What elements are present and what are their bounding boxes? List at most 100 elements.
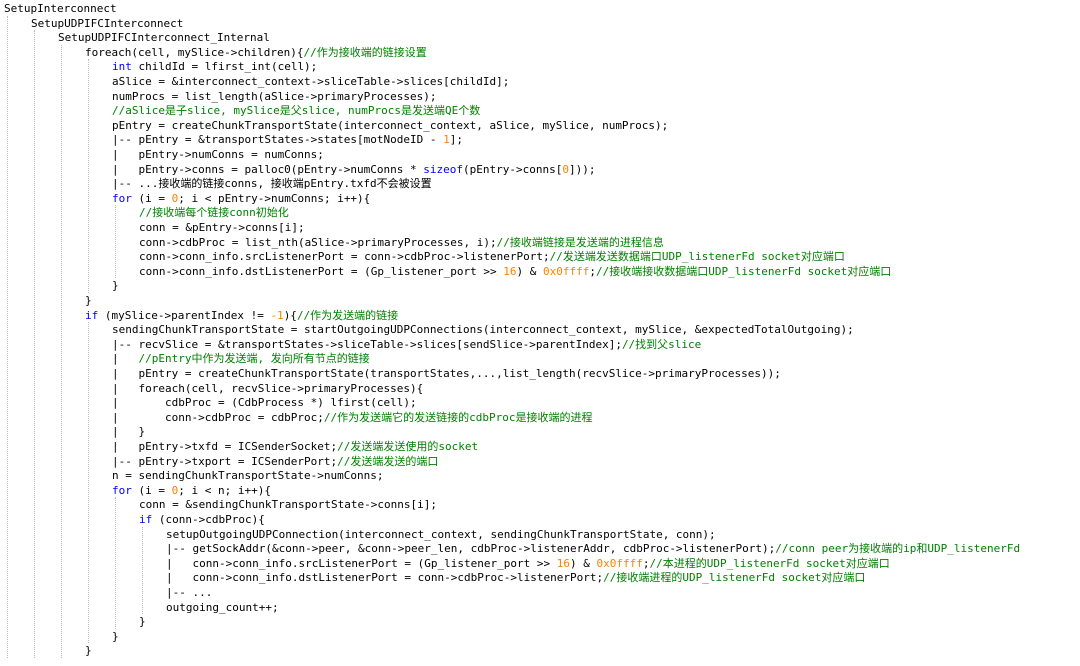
code-token: if [85,308,99,322]
code-line: |-- ... [166,585,212,600]
code-token: ; i < n; i++){ [178,483,271,497]
code-token: //接收端链接是发送端的进程信息 [496,235,664,249]
code-token: SetupInterconnect [4,2,117,15]
code-token: 1 [443,133,450,147]
code-line: | foreach(cell, recvSlice->primaryProces… [112,381,423,396]
code-line: //接收端每个链接conn初始化 [139,205,289,220]
code-token: |-- pEntry = &transportStates->states[mo… [112,133,444,147]
code-token: | pEntry->conns = palloc0(pEntry->numCon… [112,162,424,176]
code-line: outgoing_count++; [166,600,279,615]
code-token: //conn peer为接收端的ip和UDP_listenerFd [775,542,1021,556]
code-token: SetupUDPIFCInterconnect_Internal [58,31,270,45]
code-token: conn = &sendingChunkTransportState->conn… [139,498,438,512]
code-token: //作为接收端的链接设置 [303,45,427,59]
code-token: setupOutgoingUDPConnection(interconnect_… [166,527,716,541]
code-token: ; [589,264,596,278]
code-token: | } [112,425,146,439]
code-editor[interactable]: SetupInterconnect SetupUDPIFCInterconnect… [0,0,1080,666]
code-token: (i = [131,191,172,205]
indent-guide [34,30,35,658]
code-token: numProcs = list_length(aSlice->primaryPr… [112,89,437,103]
code-token: sizeof [423,162,464,176]
code-token: SetupUDPIFCInterconnect [31,16,184,30]
code-line: } [85,643,92,658]
code-token: | foreach(cell, recvSlice->primaryProces… [112,381,424,395]
code-token: //接收端每个链接conn初始化 [139,206,289,220]
code-token: foreach(cell, mySlice->children){ [85,45,304,59]
code-token: } [112,629,119,643]
code-line: for (i = 0; i < n; i++){ [112,483,271,498]
code-line: setupOutgoingUDPConnection(interconnect_… [166,527,716,542]
code-line: } [112,629,119,644]
code-line: conn->conn_info.dstListenerPort = (Gp_li… [139,264,891,279]
code-token: | pEntry = createChunkTransportState(tra… [112,367,781,380]
code-token: ; i < pEntry->numConns; i++){ [178,191,371,205]
code-line: | conn->conn_info.dstListenerPort = conn… [166,570,865,585]
code-line: n = sendingChunkTransportState->numConns… [112,468,384,483]
code-line: conn = &pEntry->conns[i]; [139,220,305,235]
code-token: 0x0ffff [543,264,590,278]
code-line: SetupUDPIFCInterconnect [31,16,183,31]
code-line: | pEntry->conns = palloc0(pEntry->numCon… [112,162,595,177]
code-token: //aSlice是子slice, mySlice是父slice, numProc… [112,104,481,118]
code-line: aSlice = &interconnect_context->sliceTab… [112,74,509,89]
code-token: //pEntry中作为发送端, 发向所有节点的链接 [138,352,370,366]
code-token: } [85,644,92,658]
code-token: | pEntry->numConns = numConns; [112,148,324,161]
code-line: |-- ...接收端的链接conns, 接收端pEntry.txfd不会被设置 [112,176,432,191]
code-token: int [112,60,132,74]
code-token: pEntry = createChunkTransportState(inter… [112,118,669,132]
code-token: //本进程的UDP_listenerFd socket对应端口 [649,556,890,570]
code-token: } [139,615,146,629]
code-line: |-- pEntry = &transportStates->states[mo… [112,132,463,147]
code-token: } [112,279,119,293]
code-token: -1 [270,308,284,322]
code-token: //发送端发送使用的socket [337,440,479,453]
code-token: if [139,513,153,526]
indent-guide [88,322,89,644]
code-token: | conn->conn_info.dstListenerPort = conn… [166,571,604,585]
code-line: | cdbProc = (CdbProcess *) lfirst(cell); [112,395,417,410]
code-token: for [112,483,132,497]
code-line: } [139,614,146,629]
code-token: | conn->cdbProc = cdbProc; [112,410,324,424]
code-token: | conn->conn_info.srcListenerPort = (Gp_… [166,556,557,570]
code-line: | pEntry->txfd = ICSenderSocket;//发送端发送使… [112,439,478,454]
code-line: | conn->cdbProc = cdbProc;//作为发送端它的发送链接的… [112,410,593,425]
code-line: numProcs = list_length(aSlice->primaryPr… [112,89,437,104]
code-token: ) & [569,556,597,570]
code-token: conn->conn_info.srcListenerPort = conn->… [139,250,550,264]
indent-guide [7,15,8,658]
code-token: |-- recvSlice = &transportStates->sliceT… [112,337,622,351]
code-token: conn = &pEntry->conns[i]; [139,221,305,234]
code-line: conn->cdbProc = list_nth(aSlice->primary… [139,235,664,250]
code-line: pEntry = createChunkTransportState(inter… [112,118,668,133]
code-line: //aSlice是子slice, mySlice是父slice, numProc… [112,103,480,118]
code-token: |-- ...接收端的链接conns, 接收端pEntry.txfd不会被设置 [112,177,432,191]
code-token: ){ [283,308,297,322]
code-token: (mySlice->parentIndex != [98,308,271,322]
code-token: (i = [131,483,172,497]
code-line: | } [112,424,145,439]
code-token: childId = lfirst_int(cell); [131,60,318,74]
code-token: |-- ... [166,586,213,599]
code-token: for [112,191,132,205]
code-line: | pEntry = createChunkTransportState(tra… [112,366,781,381]
indent-guide [115,205,116,279]
code-line: | //pEntry中作为发送端, 发向所有节点的链接 [112,351,370,366]
code-line: |-- recvSlice = &transportStates->sliceT… [112,337,701,352]
indent-guide [115,497,116,629]
code-token: outgoing_count++; [166,600,279,614]
code-token: conn->conn_info.dstListenerPort = (Gp_li… [139,264,504,278]
code-token: 0 [562,162,569,176]
indent-guide [61,44,62,658]
code-token: ]; [449,133,464,147]
code-token: | pEntry->txfd = ICSenderSocket; [112,440,338,453]
code-line: | conn->conn_info.srcListenerPort = (Gp_… [166,556,890,571]
code-token: //发送端发送数据端口UDP_listenerFd socket对应端口 [549,250,845,264]
indent-guide [88,59,89,293]
code-token: | [112,352,139,366]
code-token: |-- pEntry->txport = ICSenderPort; [112,454,338,468]
code-token: //接收端进程的UDP_listenerFd socket对应端口 [603,571,866,585]
code-token: 16 [556,556,570,570]
